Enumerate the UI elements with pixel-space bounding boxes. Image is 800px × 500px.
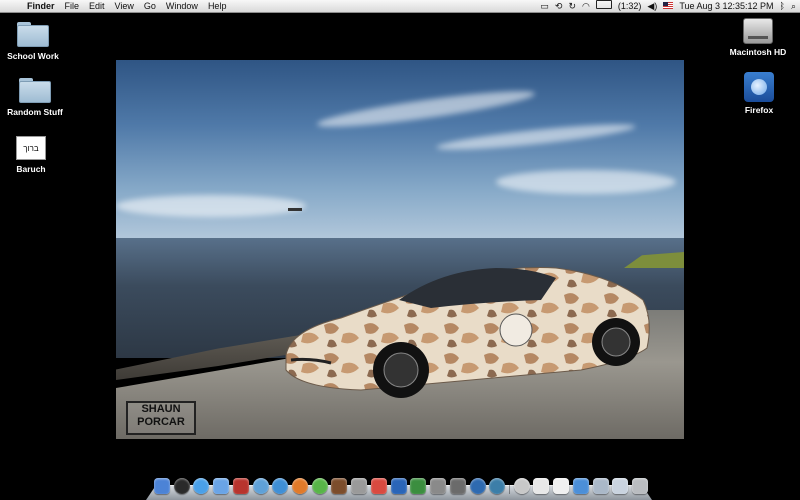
document-icon: ברוך [16,136,46,160]
menu-file[interactable]: File [60,0,85,12]
dock-preview-icon[interactable] [351,478,368,494]
dock-dashboard-icon[interactable] [173,478,190,494]
dock-folder-icon[interactable] [592,478,609,494]
menu-bar: Finder File Edit View Go Window Help ▭ ⟲… [0,0,800,13]
input-flag-icon[interactable] [663,0,674,12]
time-machine-icon[interactable]: ⟲ [555,0,563,12]
dock-finder-icon[interactable] [154,478,170,494]
photo-watermark: SHAUN PORCAR [126,401,196,435]
dock-script-icon[interactable] [430,478,447,494]
spotlight-icon[interactable]: ⌕ [791,0,796,12]
photo-sky [116,60,684,245]
battery-time: (1:32) [617,1,642,11]
menu-go[interactable]: Go [139,0,161,12]
menu-edit[interactable]: Edit [84,0,110,12]
folder-icon [17,22,49,48]
dock-separator [508,478,510,494]
dock-itunes-icon[interactable] [272,478,289,494]
menu-window[interactable]: Window [161,0,203,12]
dock-dictionary-icon[interactable] [232,478,249,494]
desktop-icon-label: School Work [7,51,59,61]
folder-icon [19,78,51,104]
dock-excel-icon[interactable] [410,478,427,494]
dock-downloads-icon[interactable] [612,478,629,494]
desktop-icon-label: Macintosh HD [729,47,787,57]
dock-safari-icon[interactable] [252,478,269,494]
desktop-icon-baruch[interactable]: ברוך Baruch [0,136,76,174]
dock-appstore-icon[interactable] [572,478,589,494]
wifi-icon[interactable]: ◠ [582,0,590,12]
dock-word-icon[interactable] [390,478,407,494]
display-icon[interactable]: ▭ [540,0,549,12]
dock-items [154,472,648,494]
photo-car [285,267,650,398]
dock-ical-icon[interactable] [370,478,387,494]
firefox-icon [744,72,774,102]
desktop-icon-random-stuff[interactable]: Random Stuff [0,78,80,117]
hard-drive-icon [743,18,773,44]
dock-app-icon[interactable] [489,478,506,494]
dock-ichat-icon[interactable] [193,478,210,494]
dock-photo-booth-icon[interactable] [449,478,466,494]
desktop-icon-school-work[interactable]: School Work [0,22,78,61]
bluetooth-icon[interactable]: ᛒ [780,0,785,12]
dock-firefox-icon[interactable] [292,478,309,494]
dock-disk-icon[interactable] [513,478,530,494]
wallpaper-photo: SHAUN PORCAR [116,60,684,439]
desktop-icon-label: Firefox [744,105,774,115]
app-menu-finder[interactable]: Finder [22,0,60,12]
battery-icon[interactable] [595,0,612,12]
dock-trash-icon[interactable] [631,478,648,494]
desktop-icon-label: Random Stuff [7,107,63,117]
menu-view[interactable]: View [110,0,139,12]
desktop-icon-macintosh-hd[interactable]: Macintosh HD [713,18,800,57]
dock-mail-icon[interactable] [213,478,230,494]
menu-clock[interactable]: Tue Aug 3 12:35:12 PM [679,0,773,12]
menu-extras: ▭ ⟲ ↻ ◠ (1:32) ◀) Tue Aug 3 12:35:12 PM … [540,0,796,12]
photo-cloud [116,195,306,217]
dock-earth-icon[interactable] [469,478,486,494]
desktop-icon-label: Baruch [16,164,46,174]
dock [146,472,652,500]
dock-text-file-icon[interactable] [553,478,570,494]
dock-iphoto-icon[interactable] [331,478,348,494]
photo-airplane [288,208,302,211]
dock-facetime-icon[interactable] [311,478,328,494]
photo-cloud [496,170,676,194]
volume-icon[interactable]: ◀) [647,0,657,12]
dock-document-icon[interactable] [533,478,550,494]
sync-icon[interactable]: ↻ [568,0,576,12]
menu-help[interactable]: Help [203,0,232,12]
desktop-icon-firefox[interactable]: Firefox [714,72,800,115]
